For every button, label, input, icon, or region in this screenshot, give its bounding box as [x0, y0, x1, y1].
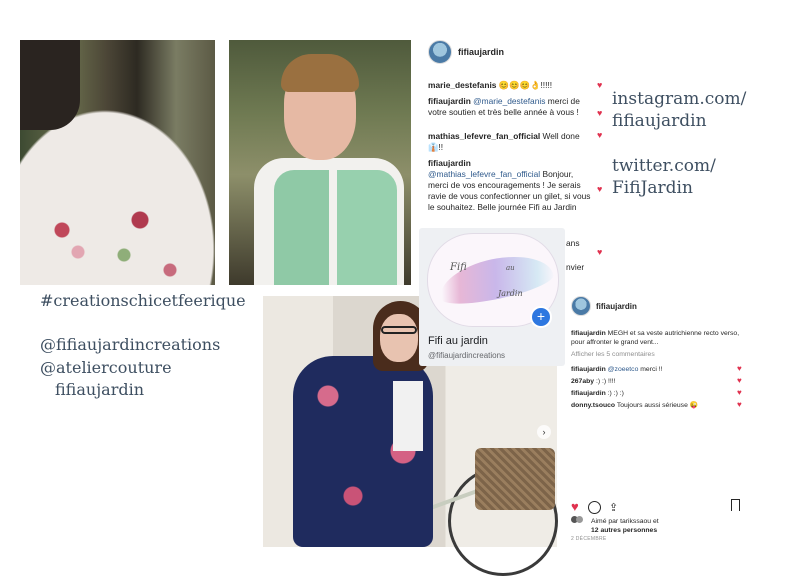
post2-caption: fifiaujardin MEGH et sa veste autrichien… — [571, 329, 741, 347]
heart-icon[interactable]: ♥ — [597, 80, 602, 90]
view-all-comments[interactable]: Afficher les 5 commentaires — [571, 350, 655, 359]
comment-text: :) :) :) — [605, 390, 624, 397]
twitter-line-2: FifiJardin — [612, 178, 693, 198]
likes-line-2[interactable]: 12 autres personnes — [591, 527, 657, 534]
comment-partial: ans — [566, 238, 580, 248]
plus-icon[interactable]: + — [530, 306, 552, 328]
post2-username[interactable]: fifiaujardin — [596, 302, 637, 311]
instagram-line-2: fifiaujardin — [612, 111, 707, 131]
likes: Aimé par tarikssaou et 12 autres personn… — [571, 516, 659, 535]
comment-user[interactable]: donny.tsouco — [571, 402, 615, 409]
post1-header: fifiaujardin — [428, 40, 504, 70]
twitter-line-1: twitter.com/ — [612, 156, 716, 176]
comment: 267aby :) :) !!!! — [571, 377, 616, 386]
instagram-line-1: instagram.com/ — [612, 89, 747, 109]
heart-icon[interactable]: ♥ — [737, 400, 742, 409]
comment: marie_destefanis 😊😊😊👌!!!!! — [428, 80, 596, 91]
handle-creations: @fifiaujardincreations — [40, 335, 221, 354]
comment: mathias_lefevre_fan_official Well done 👔… — [428, 131, 596, 153]
comment-text: :) :) !!!! — [594, 378, 616, 385]
comment: fifiaujardin @mathias_lefevre_fan_officia… — [428, 158, 596, 213]
feather-logo — [435, 247, 556, 311]
comment-user[interactable]: marie_destefanis — [428, 80, 496, 90]
photo-vest-left — [274, 170, 329, 285]
logo-script: Fifi — [450, 262, 467, 273]
photo-vest-right — [337, 170, 397, 285]
comment-icon[interactable] — [588, 501, 602, 515]
profile-handle[interactable]: @fifiaujardincreations — [428, 351, 505, 360]
comment: donny.tsouco Toujours aussi sérieuse 😜 — [571, 401, 698, 410]
post-date: 2 DÉCEMBRE — [571, 536, 607, 542]
comment-text: 😊😊😊👌!!!!! — [496, 80, 553, 90]
comment-user[interactable]: fifiaujardin — [571, 366, 606, 373]
caption-user[interactable]: fifiaujardin — [571, 330, 606, 337]
profile-name[interactable]: Fifi au jardin — [428, 335, 488, 347]
heart-icon[interactable]: ♥ — [737, 376, 742, 385]
comment-partial: nvier — [566, 262, 585, 272]
profile-card[interactable]: Fifi au Jardin + Fifi au jardin @fifiauj… — [419, 228, 565, 366]
comment-user[interactable]: fifiaujardin — [571, 390, 606, 397]
instagram-link[interactable]: instagram.com/ fifiaujardin — [612, 88, 746, 132]
action-bar: ♥ ⇪ — [571, 499, 740, 515]
heart-icon[interactable]: ♥ — [597, 130, 602, 140]
comment-user[interactable]: mathias_lefevre_fan_official — [428, 131, 540, 141]
photo-top — [393, 381, 423, 451]
comment-user[interactable]: 267aby — [571, 378, 594, 385]
photo-front-vest — [229, 40, 411, 285]
share-icon[interactable]: ⇪ — [609, 502, 618, 514]
avatar[interactable] — [571, 296, 591, 316]
heart-icon[interactable]: ♥ — [737, 388, 742, 397]
photo-hair — [281, 54, 359, 92]
avatar[interactable] — [428, 40, 452, 64]
photo-glasses — [381, 326, 417, 334]
handle-atelier: @ateliercouture — [40, 358, 172, 377]
likes-line-1[interactable]: Aimé par tarikssaou et — [591, 518, 659, 525]
comment: fifiaujardin @zoeetco merci !! — [571, 365, 663, 374]
comment: fifiaujardin :) :) :) — [571, 389, 624, 398]
heart-icon[interactable]: ♥ — [737, 364, 742, 373]
logo-script: Jardin — [498, 289, 523, 298]
comment-mention[interactable]: @mathias_lefevre_fan_official — [428, 169, 540, 179]
logo-script: au — [506, 264, 515, 272]
comment-user[interactable]: fifiaujardin — [428, 96, 471, 106]
arrow-icon[interactable]: › — [537, 425, 551, 439]
post2-header: fifiaujardin — [571, 296, 637, 316]
comment-mention[interactable]: @marie_destefanis — [473, 96, 545, 106]
comment: fifiaujardin @marie_destefanis merci de … — [428, 96, 596, 118]
photo-back-vest — [20, 40, 215, 285]
comment-mention[interactable]: @zoeetco — [608, 366, 639, 373]
photo-bike-face — [380, 314, 418, 362]
heart-icon[interactable]: ♥ — [597, 184, 602, 194]
comment-user[interactable]: fifiaujardin — [428, 158, 471, 168]
photo-back-head — [20, 40, 80, 130]
heart-icon[interactable]: ♥ — [597, 108, 602, 118]
post1-username[interactable]: fifiaujardin — [458, 47, 504, 57]
post2: fifiaujardin fifiaujardin MEGH et sa ves… — [566, 292, 756, 547]
comment-text: merci !! — [638, 366, 663, 373]
bookmark-icon[interactable] — [731, 499, 740, 511]
liker-avatars[interactable] — [571, 516, 591, 526]
photo-basket — [475, 448, 555, 510]
hashtag: #creationschicetfeerique — [40, 291, 246, 310]
heart-icon[interactable]: ♥ — [571, 499, 579, 514]
handle-fifi: fifiaujardin — [55, 380, 144, 399]
twitter-link[interactable]: twitter.com/ FifiJardin — [612, 155, 716, 199]
heart-icon[interactable]: ♥ — [597, 247, 602, 257]
comment-text: Toujours aussi sérieuse 😜 — [615, 402, 699, 409]
